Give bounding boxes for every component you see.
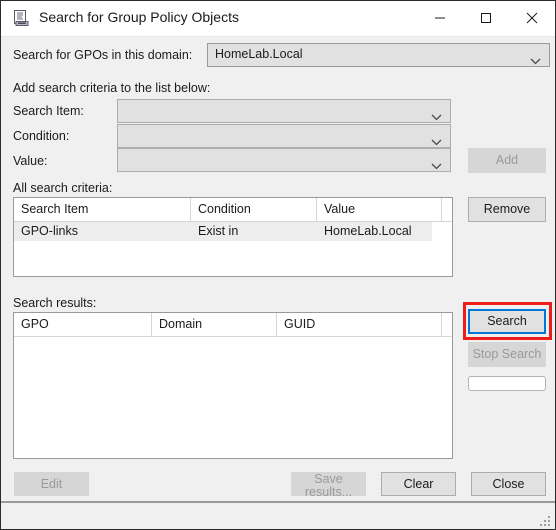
stop-search-button[interactable]: Stop Search <box>468 342 546 367</box>
cell-search-item: GPO-links <box>21 224 78 238</box>
close-button[interactable]: Close <box>471 472 546 496</box>
domain-combo-value: HomeLab.Local <box>215 47 303 61</box>
column-header-spacer <box>442 313 452 336</box>
search-gpo-dialog: Search for Group Policy Objects Search f… <box>0 0 556 530</box>
results-listview[interactable]: GPO Domain GUID <box>13 312 453 459</box>
search-progress-bar <box>468 376 546 391</box>
status-bar <box>1 501 555 529</box>
edit-button[interactable]: Edit <box>14 472 89 496</box>
value-label: Value: <box>13 154 48 168</box>
gpo-scroll-icon <box>12 9 31 28</box>
add-button[interactable]: Add <box>468 148 546 173</box>
results-list-header: GPO Domain GUID <box>14 313 452 337</box>
column-header-gpo[interactable]: GPO <box>14 313 152 336</box>
minimize-icon[interactable] <box>417 1 463 35</box>
remove-button[interactable]: Remove <box>468 197 546 222</box>
results-heading: Search results: <box>13 296 97 310</box>
condition-combo[interactable] <box>117 124 451 148</box>
search-button[interactable]: Search <box>468 309 546 334</box>
table-row[interactable]: GPO-links Exist in HomeLab.Local <box>14 222 432 241</box>
chevron-down-icon <box>431 157 442 170</box>
column-header-condition[interactable]: Condition <box>191 198 317 221</box>
column-header-spacer <box>442 198 452 221</box>
criteria-form-heading: Add search criteria to the list below: <box>13 81 211 95</box>
criteria-list-header: Search Item Condition Value <box>14 198 452 222</box>
criteria-list-heading: All search criteria: <box>13 181 113 195</box>
domain-combo[interactable]: HomeLab.Local <box>207 43 550 67</box>
resize-grip-icon[interactable] <box>539 514 551 526</box>
condition-label: Condition: <box>13 129 70 143</box>
clear-button[interactable]: Clear <box>381 472 456 496</box>
save-results-button[interactable]: Save results... <box>291 472 366 498</box>
column-header-guid[interactable]: GUID <box>277 313 442 336</box>
search-item-label: Search Item: <box>13 104 84 118</box>
cell-condition: Exist in <box>198 224 239 238</box>
chevron-down-icon <box>431 133 442 146</box>
title-bar: Search for Group Policy Objects <box>1 1 555 37</box>
maximize-icon[interactable] <box>463 1 509 35</box>
column-header-value[interactable]: Value <box>317 198 442 221</box>
search-item-combo[interactable] <box>117 99 451 123</box>
column-header-search-item[interactable]: Search Item <box>14 198 191 221</box>
window-title: Search for Group Policy Objects <box>39 9 239 25</box>
chevron-down-icon <box>530 52 541 65</box>
criteria-listview[interactable]: Search Item Condition Value GPO-links Ex… <box>13 197 453 277</box>
close-icon[interactable] <box>509 1 555 35</box>
column-header-domain[interactable]: Domain <box>152 313 277 336</box>
cell-value: HomeLab.Local <box>324 224 412 238</box>
value-combo[interactable] <box>117 148 451 172</box>
chevron-down-icon <box>431 108 442 121</box>
domain-label: Search for GPOs in this domain: <box>13 48 193 62</box>
